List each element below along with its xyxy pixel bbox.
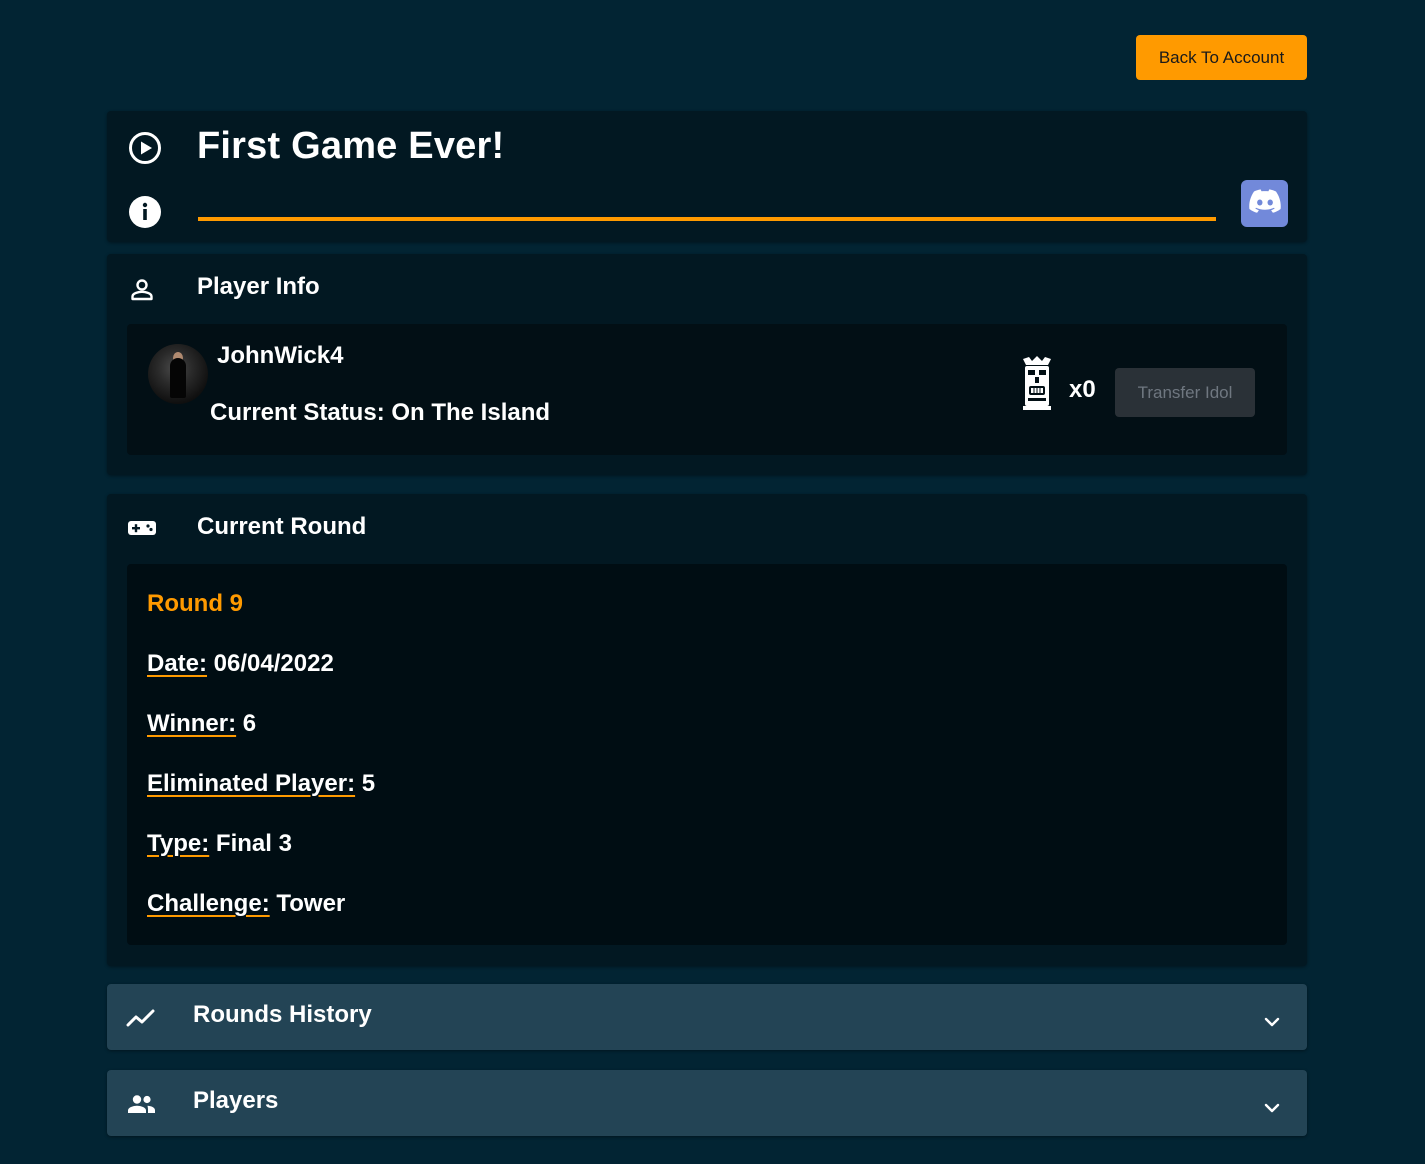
player-info-title: Player Info xyxy=(197,273,320,300)
current-round-card: Current Round Round 9 Date: 06/04/2022 W… xyxy=(107,494,1307,966)
gamepad-icon xyxy=(127,518,157,538)
round-winner: Winner: 6 xyxy=(147,710,256,738)
winner-value: 6 xyxy=(236,710,257,737)
trending-up-icon xyxy=(126,1006,156,1030)
winner-label: Winner: xyxy=(147,710,237,737)
play-circle-icon[interactable] xyxy=(127,130,163,166)
date-label: Date: xyxy=(147,650,208,677)
info-icon[interactable] xyxy=(128,195,162,229)
round-challenge: Challenge: Tower xyxy=(147,890,345,918)
person-icon xyxy=(129,276,155,302)
players-accordion[interactable]: Players xyxy=(107,1070,1307,1136)
challenge-label: Challenge: xyxy=(147,890,270,917)
players-title: Players xyxy=(193,1087,279,1114)
people-icon xyxy=(126,1092,156,1116)
current-round-panel: Round 9 Date: 06/04/2022 Winner: 6 Elimi… xyxy=(127,564,1287,945)
date-value: 06/04/2022 xyxy=(207,650,334,677)
challenge-value: Tower xyxy=(269,890,346,917)
title-divider xyxy=(198,217,1216,221)
game-title-card: First Game Ever! xyxy=(107,111,1307,242)
rounds-history-accordion[interactable]: Rounds History xyxy=(107,984,1307,1050)
transfer-idol-button[interactable]: Transfer Idol xyxy=(1115,368,1255,417)
round-type: Type: Final 3 xyxy=(147,830,292,858)
player-name: JohnWick4 xyxy=(217,342,344,369)
round-date: Date: 06/04/2022 xyxy=(147,650,334,678)
chevron-down-icon[interactable] xyxy=(1262,1098,1282,1118)
chevron-down-icon[interactable] xyxy=(1262,1012,1282,1032)
player-info-panel: JohnWick4 Current Status: On The Island … xyxy=(127,324,1287,455)
type-value: Final 3 xyxy=(209,830,292,857)
discord-icon xyxy=(1248,189,1281,218)
eliminated-label: Eliminated Player: xyxy=(147,770,356,797)
discord-button[interactable] xyxy=(1241,180,1288,227)
round-name: Round 9 xyxy=(147,590,243,617)
type-label: Type: xyxy=(147,830,210,857)
current-round-title: Current Round xyxy=(197,513,367,540)
round-eliminated: Eliminated Player: 5 xyxy=(147,770,375,798)
avatar xyxy=(148,344,208,404)
game-title: First Game Ever! xyxy=(197,125,505,167)
eliminated-value: 5 xyxy=(355,770,376,797)
back-to-account-button[interactable]: Back To Account xyxy=(1136,35,1307,80)
idol-count: x0 xyxy=(1069,376,1096,403)
rounds-history-title: Rounds History xyxy=(193,1001,372,1028)
player-status: Current Status: On The Island xyxy=(210,399,551,426)
player-info-card: Player Info JohnWick4 Current Status: On… xyxy=(107,254,1307,475)
tiki-idol-icon xyxy=(1020,356,1054,410)
